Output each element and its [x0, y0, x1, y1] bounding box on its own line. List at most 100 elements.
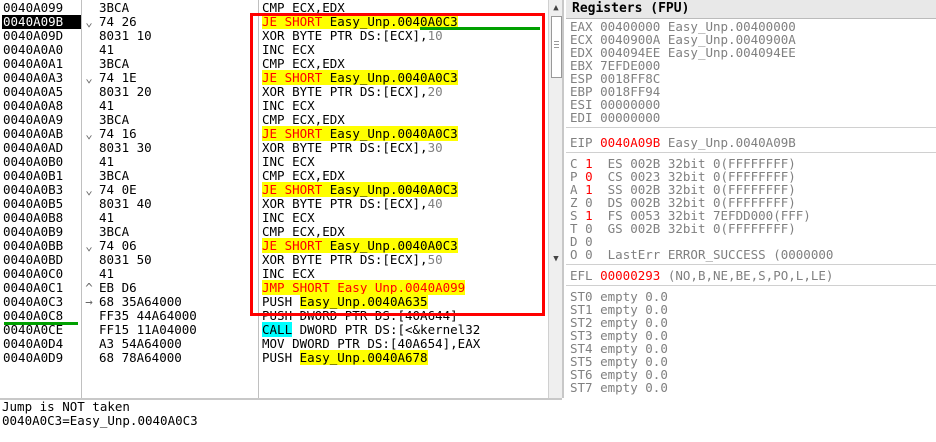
- register-separator: [566, 152, 936, 153]
- disasm-row[interactable]: 0040A0CE FF15 11A04000 CALL DWORD PTR DS:[…: [0, 322, 562, 337]
- address-cell[interactable]: 0040A0C1: [2, 281, 81, 295]
- address-cell[interactable]: 0040A09B: [2, 15, 81, 29]
- address-cell[interactable]: 0040A0D9: [2, 351, 81, 365]
- address-cell[interactable]: 0040A0B9: [2, 225, 81, 239]
- jump-marker: ⌄: [85, 126, 93, 141]
- instruction-part: JMP SHORT Easy_Unp.0040A099: [262, 280, 466, 295]
- hex-dump-cell: 74 06: [99, 238, 137, 253]
- address-cell[interactable]: 0040A0C8: [2, 309, 81, 323]
- efl-row[interactable]: EFL 00000293 (NO,B,NE,BE,S,PO,L,LE): [570, 269, 833, 283]
- disassembly-pane[interactable]: 0040A099 3BCA CMP ECX,EDX 0040A09B ⌄ 74 26 JE …: [0, 0, 564, 398]
- address-cell[interactable]: 0040A0A5: [2, 85, 81, 99]
- instruction-part: SHORT: [277, 14, 330, 29]
- hex-dump-cell: 8031 20: [99, 84, 152, 99]
- disasm-row[interactable]: 0040A0A1 3BCA CMP ECX,EDX: [0, 57, 562, 71]
- address-cell[interactable]: 0040A09D: [2, 29, 81, 43]
- flag-row[interactable]: T 0 GS 002B 32bit 0(FFFFFFFF): [570, 222, 796, 236]
- disasm-row[interactable]: 0040A0B9 3BCA CMP ECX,EDX: [0, 225, 562, 239]
- address-cell[interactable]: 0040A0A8: [2, 99, 81, 113]
- instruction-part: CMP ECX,EDX: [262, 224, 345, 239]
- disasm-row[interactable]: 0040A0AD 8031 30 XOR BYTE PTR DS:[ECX],30: [0, 141, 562, 155]
- hex-dump-cell: 41: [99, 42, 115, 57]
- disasm-row[interactable]: 0040A0A5 8031 20 XOR BYTE PTR DS:[ECX],20: [0, 85, 562, 99]
- vertical-scrollbar[interactable]: ▲ ▼: [548, 0, 562, 398]
- address-cell[interactable]: 0040A0B3: [2, 183, 81, 197]
- disasm-row[interactable]: 0040A0A8 41 INC ECX: [0, 99, 562, 113]
- instruction-part: CMP ECX,EDX: [262, 168, 345, 183]
- disasm-row[interactable]: 0040A09D 8031 10 XOR BYTE PTR DS:[ECX],10: [0, 29, 562, 43]
- register-row[interactable]: EDI 00000000: [570, 111, 660, 125]
- address-cell[interactable]: 0040A0B1: [2, 169, 81, 183]
- address-cell[interactable]: 0040A0A3: [2, 71, 81, 85]
- instruction-cell: INC ECX: [262, 155, 315, 169]
- disasm-row[interactable]: 0040A0B0 41 INC ECX: [0, 155, 562, 169]
- disasm-row[interactable]: 0040A0C0 41 INC ECX: [0, 267, 562, 281]
- registers-title: Registers (FPU): [566, 0, 936, 19]
- disasm-row[interactable]: 0040A0D9 68 78A64000 PUSH Easy_Unp.0040A67…: [0, 350, 562, 365]
- instruction-part: Easy_Unp.0040A0C3: [329, 182, 458, 197]
- fpu-row[interactable]: ST7 empty 0.0: [570, 381, 668, 395]
- register-name: EIP: [570, 135, 601, 150]
- instruction-part: 50: [427, 252, 443, 267]
- triangle-down-icon[interactable]: ▼: [549, 252, 562, 266]
- address-cell[interactable]: 0040A0A1: [2, 57, 81, 71]
- hex-dump-cell: 74 26: [99, 14, 137, 29]
- disasm-row[interactable]: 0040A0C1 ^ EB D6 JMP SHORT Easy_Unp.0040A09…: [0, 280, 562, 295]
- address-cell[interactable]: 0040A0B0: [2, 155, 81, 169]
- jump-marker: →: [85, 294, 93, 309]
- hex-dump-cell: 8031 40: [99, 196, 152, 211]
- register-value: 00000000: [600, 110, 661, 125]
- address-cell[interactable]: 0040A099: [2, 1, 81, 15]
- instruction-cell: XOR BYTE PTR DS:[ECX],50: [262, 253, 443, 267]
- registers-pane[interactable]: Registers (FPU) EAX 00400000 Easy_Unp.00…: [566, 0, 936, 440]
- disasm-row[interactable]: 0040A0C3 → 68 35A64000 PUSH Easy_Unp.0040A6…: [0, 294, 562, 309]
- instruction-part: JE: [262, 182, 278, 197]
- instruction-cell: CMP ECX,EDX: [262, 113, 345, 127]
- underline-mark: [420, 27, 540, 30]
- disasm-row[interactable]: 0040A0A9 3BCA CMP ECX,EDX: [0, 113, 562, 127]
- instruction-cell: CMP ECX,EDX: [262, 225, 345, 239]
- address-cell[interactable]: 0040A0A0: [2, 43, 81, 57]
- jump-marker: ⌄: [85, 70, 93, 85]
- address-cell[interactable]: 0040A0AB: [2, 127, 81, 141]
- address-cell[interactable]: 0040A0BD: [2, 253, 81, 267]
- address-cell[interactable]: 0040A0BB: [2, 239, 81, 253]
- address-cell[interactable]: 0040A0CE: [2, 323, 81, 337]
- disasm-row[interactable]: 0040A0A0 41 INC ECX: [0, 43, 562, 57]
- address-cell[interactable]: 0040A0A9: [2, 113, 81, 127]
- hex-dump-cell: 3BCA: [99, 224, 130, 239]
- disasm-row[interactable]: 0040A0B3 ⌄ 74 0E JE SHORT Easy_Unp.0040A0C3: [0, 182, 562, 197]
- triangle-up-icon[interactable]: ▲: [549, 1, 562, 15]
- hex-dump-cell: A3 54A64000: [99, 336, 182, 351]
- hex-dump-cell: 74 0E: [99, 182, 137, 197]
- register-note: Easy_Unp.0040A09B: [660, 135, 796, 150]
- address-cell[interactable]: 0040A0C3: [2, 295, 81, 309]
- scrollbar-thumb[interactable]: [551, 16, 562, 78]
- address-cell[interactable]: 0040A0B8: [2, 211, 81, 225]
- disasm-row[interactable]: 0040A0BD 8031 50 XOR BYTE PTR DS:[ECX],50: [0, 253, 562, 267]
- instruction-part: Easy_Unp.0040A635: [299, 294, 428, 309]
- address-cell[interactable]: 0040A0B5: [2, 197, 81, 211]
- instruction-cell: INC ECX: [262, 43, 315, 57]
- disasm-row[interactable]: 0040A0A3 ⌄ 74 1E JE SHORT Easy_Unp.0040A0C3: [0, 70, 562, 85]
- disasm-row[interactable]: 0040A0D4 A3 54A64000 MOV DWORD PTR DS:[40A…: [0, 337, 562, 351]
- disasm-row[interactable]: 0040A0AB ⌄ 74 16 JE SHORT Easy_Unp.0040A0C3: [0, 126, 562, 141]
- disasm-row[interactable]: 0040A0C8 FF35 44A64000 PUSH DWORD PTR DS:[…: [0, 309, 562, 323]
- disasm-row[interactable]: 0040A0BB ⌄ 74 06 JE SHORT Easy_Unp.0040A0C3: [0, 238, 562, 253]
- address-cell[interactable]: 0040A0AD: [2, 141, 81, 155]
- disasm-row[interactable]: 0040A0B8 41 INC ECX: [0, 211, 562, 225]
- disasm-row[interactable]: 0040A0B5 8031 40 XOR BYTE PTR DS:[ECX],40: [0, 197, 562, 211]
- hex-dump-cell: 3BCA: [99, 112, 130, 127]
- eip-row[interactable]: EIP 0040A09B Easy_Unp.0040A09B: [570, 136, 796, 150]
- disasm-row[interactable]: 0040A099 3BCA CMP ECX,EDX: [0, 1, 562, 15]
- instruction-part: 10: [427, 28, 443, 43]
- jump-marker: ⌄: [85, 14, 93, 29]
- address-cell[interactable]: 0040A0C0: [2, 267, 81, 281]
- hex-dump-cell: 41: [99, 210, 115, 225]
- instruction-part: JE: [262, 14, 278, 29]
- instruction-part: DWORD PTR DS:[<&kernel32: [292, 322, 481, 337]
- hex-dump-cell: 68 35A64000: [99, 294, 182, 309]
- address-cell[interactable]: 0040A0D4: [2, 337, 81, 351]
- disasm-row[interactable]: 0040A0B1 3BCA CMP ECX,EDX: [0, 169, 562, 183]
- flag-row[interactable]: O 0 LastErr ERROR_SUCCESS (0000000: [570, 248, 833, 262]
